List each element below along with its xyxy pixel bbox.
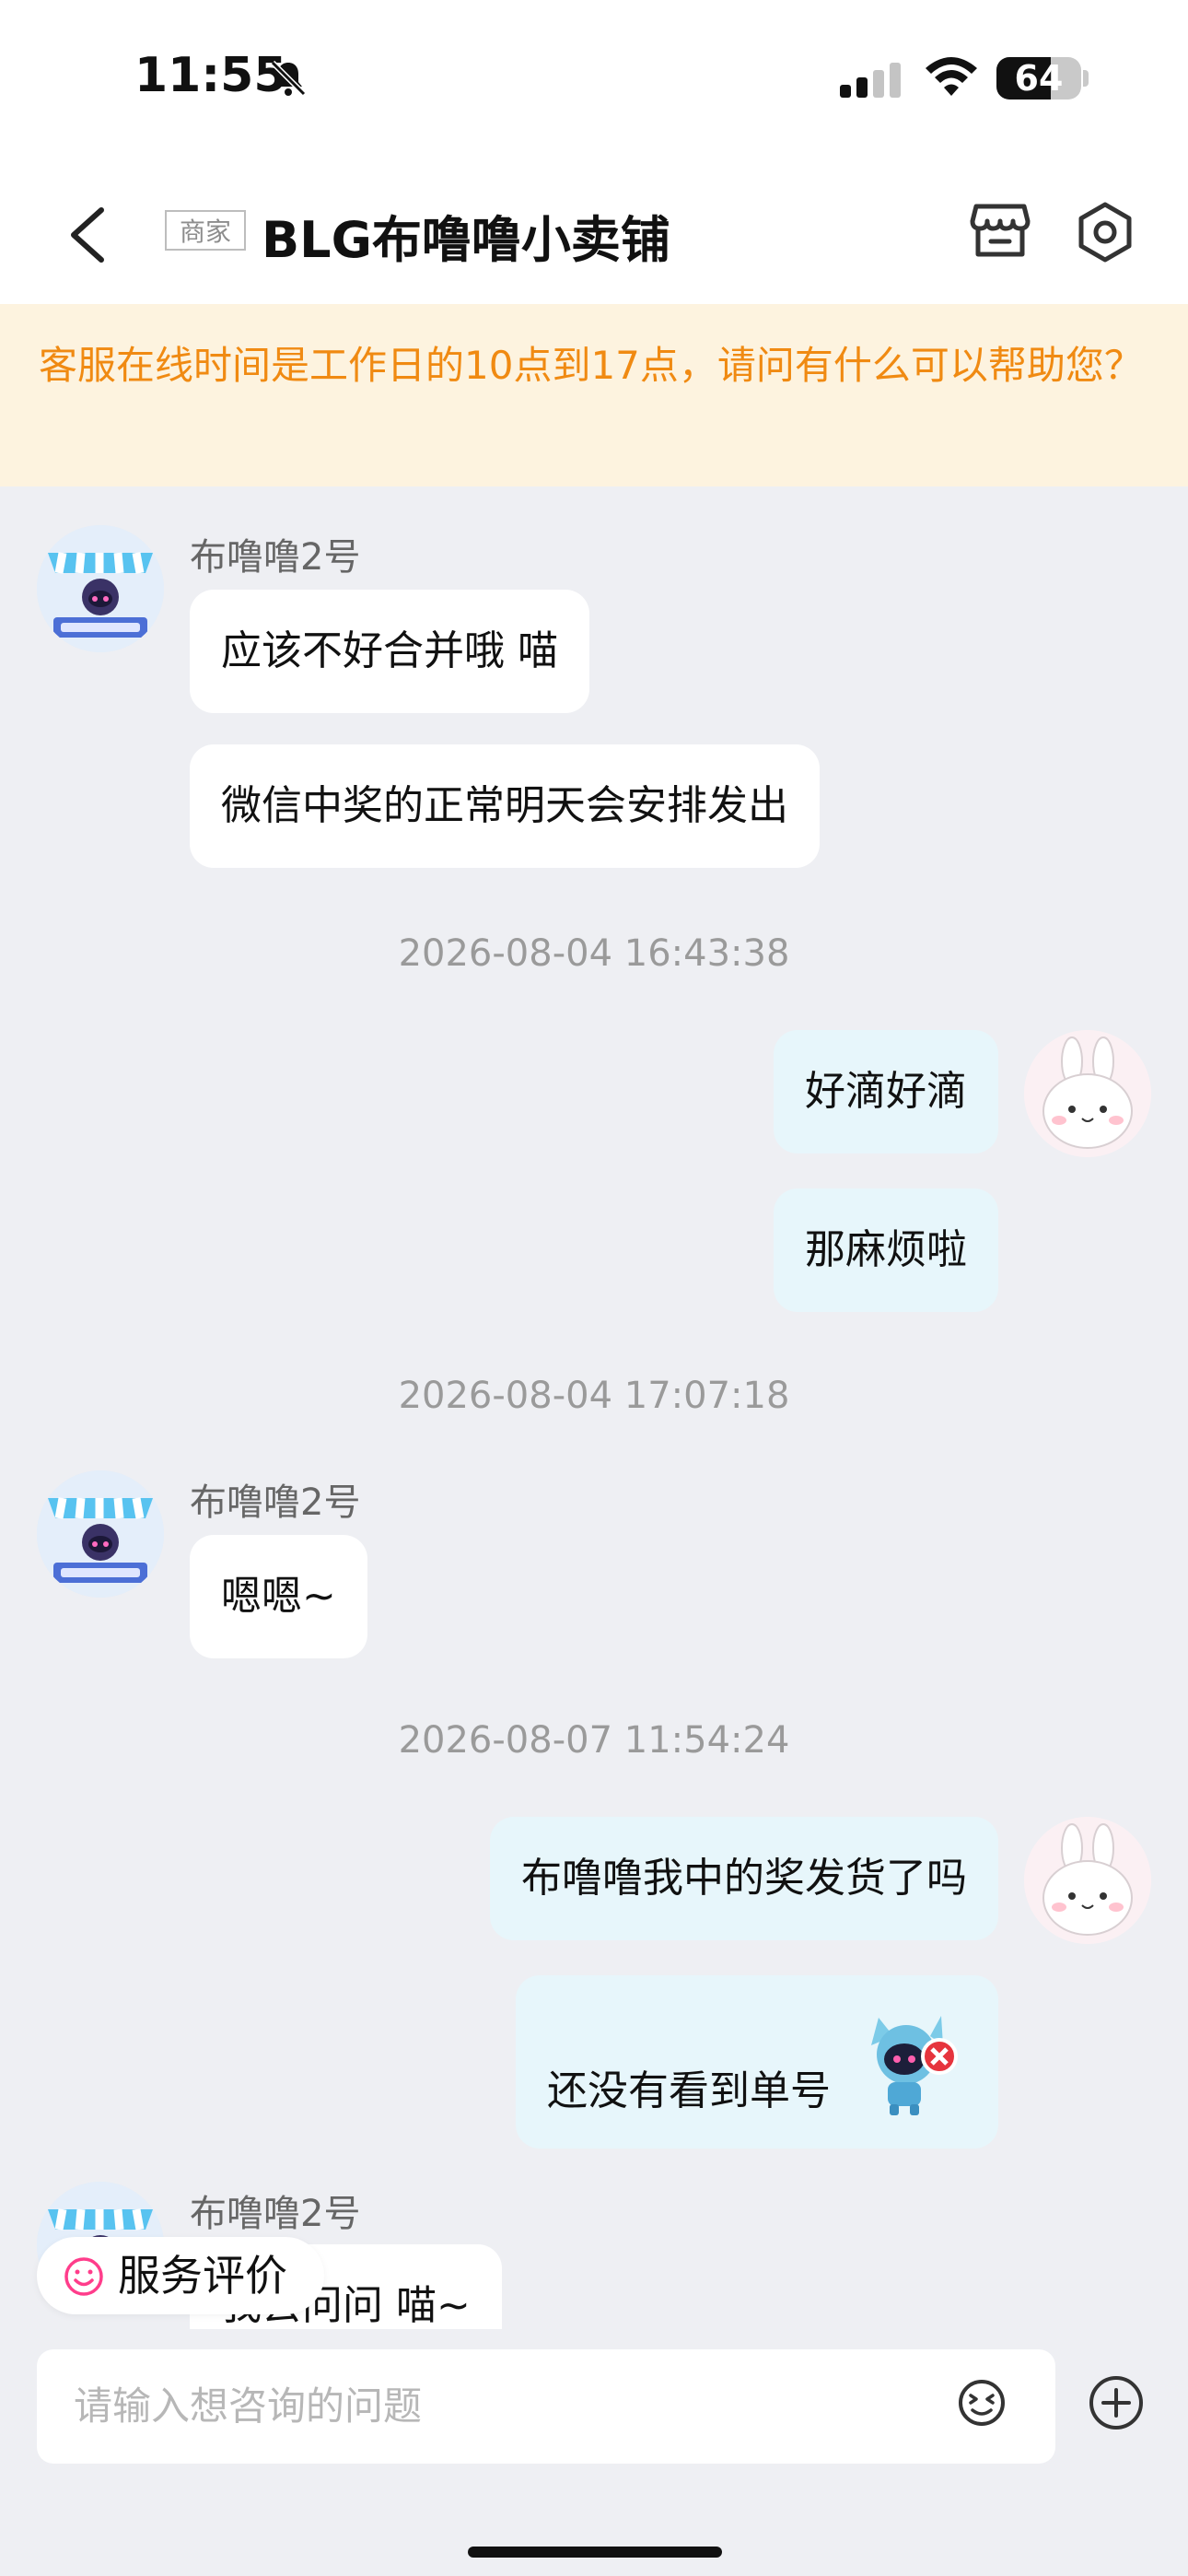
input-bar: 请输入想咨询的问题 <box>0 2329 1188 2576</box>
incoming-message-bubble[interactable]: 应该不好合并哦 喵 <box>190 590 589 713</box>
user-avatar-image <box>1024 1817 1151 1944</box>
message-text: 还没有看到单号 <box>547 2067 831 2114</box>
outgoing-message-bubble[interactable]: 那麻烦啦 <box>774 1188 998 1312</box>
message-timestamp: 2026-08-04 16:43:38 <box>398 932 790 975</box>
store-icon[interactable] <box>969 201 1031 262</box>
chat-header: 商家 BLG布噜噜小卖铺 <box>0 166 1188 304</box>
bell-muted-icon <box>270 60 307 97</box>
smile-icon <box>64 2256 103 2296</box>
service-hours-notice: 客服在线时间是工作日的10点到17点，请问有什么可以帮助您？ <box>0 304 1188 486</box>
message-timestamp: 2026-08-07 11:54:24 <box>398 1719 790 1762</box>
outgoing-message-bubble[interactable]: 布噜噜我中的奖发货了吗 <box>490 1817 998 1940</box>
incoming-message-bubble[interactable]: 嗯嗯~ <box>190 1535 367 1658</box>
sender-name: 布噜噜2号 <box>190 536 361 579</box>
chat-area[interactable]: 布噜噜2号 应该不好合并哦 喵 微信中奖的正常明天会安排发出 2026-08-0… <box>0 486 1188 2368</box>
shop-avatar[interactable] <box>37 525 164 652</box>
status-time: 11:55 <box>134 48 287 103</box>
plus-icon[interactable] <box>1087 2373 1146 2432</box>
wifi-icon <box>926 57 977 96</box>
shop-avatar-image <box>37 1470 164 1598</box>
home-indicator <box>468 2547 722 2558</box>
user-avatar[interactable] <box>1024 1030 1151 1157</box>
outgoing-message-bubble[interactable]: 还没有看到单号 <box>516 1975 998 2149</box>
emoji-icon[interactable] <box>954 2375 1009 2430</box>
mascot-sticker-icon <box>871 2016 958 2115</box>
status-bar: 11:55 64 <box>0 0 1188 166</box>
message-input[interactable]: 请输入想咨询的问题 <box>37 2349 1055 2464</box>
service-rating-label: 服务评价 <box>118 2251 287 2301</box>
battery-icon: 64 <box>996 57 1081 100</box>
shop-avatar[interactable] <box>37 1470 164 1598</box>
battery-level: 64 <box>1014 58 1064 99</box>
signal-icon <box>840 63 901 98</box>
service-rating-button[interactable]: 服务评价 <box>37 2237 324 2314</box>
user-avatar-image <box>1024 1030 1151 1157</box>
settings-icon[interactable] <box>1074 201 1136 263</box>
sender-name: 布噜噜2号 <box>190 1481 361 1524</box>
shop-title[interactable]: BLG布噜噜小卖铺 <box>262 199 670 272</box>
incoming-message-bubble[interactable]: 微信中奖的正常明天会安排发出 <box>190 744 820 868</box>
back-icon[interactable] <box>64 203 111 267</box>
user-avatar[interactable] <box>1024 1817 1151 1944</box>
battery-tip <box>1083 70 1089 87</box>
outgoing-message-bubble[interactable]: 好滴好滴 <box>774 1030 998 1153</box>
shop-avatar-image <box>37 525 164 652</box>
merchant-badge: 商家 <box>165 210 247 251</box>
message-timestamp: 2026-08-04 17:07:18 <box>398 1375 790 1417</box>
sender-name: 布噜噜2号 <box>190 2193 361 2235</box>
